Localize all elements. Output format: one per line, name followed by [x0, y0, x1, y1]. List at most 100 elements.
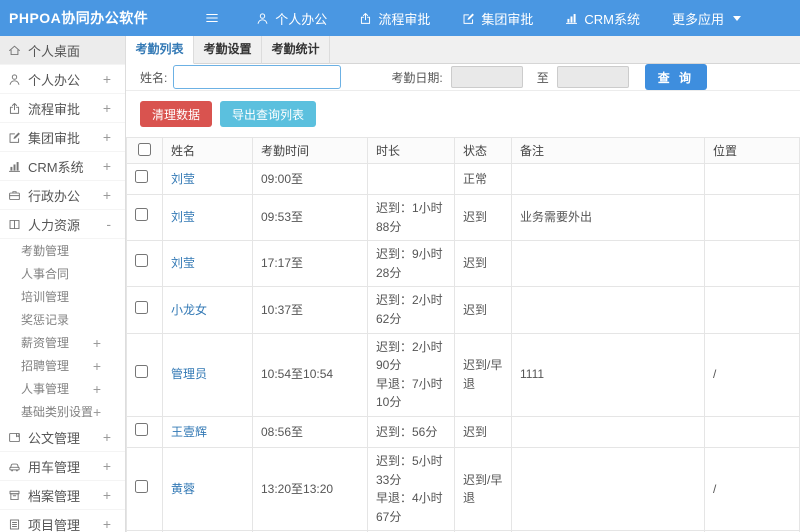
row-checkbox[interactable]: [135, 208, 148, 222]
status-cell: 迟到: [454, 415, 512, 448]
row-checkbox[interactable]: [135, 169, 148, 183]
attendance-time-cell: 10:54至10:54: [252, 332, 368, 417]
date-to-input[interactable]: [556, 66, 629, 88]
name-filter-input[interactable]: [173, 65, 342, 89]
page-layout: 个人桌面 个人办公 + 流程审批 + 集团审批 + CRM系统 + 行政办公 + 人力资源 - 考勤管理人…: [0, 36, 800, 532]
note-cell: 业务需要外出: [511, 193, 705, 242]
date-from-input[interactable]: [450, 66, 523, 88]
duration-cell: 迟到：9小时28分: [367, 240, 455, 288]
sidebar-item-personal-office[interactable]: 个人办公 +: [0, 65, 125, 94]
status-cell: 迟到/早退: [454, 332, 512, 417]
topnav-item-more-apps[interactable]: 更多应用: [672, 9, 741, 28]
employee-name-link[interactable]: 刘莹: [171, 210, 195, 224]
sidebar-nav: 个人桌面 个人办公 + 流程审批 + 集团审批 + CRM系统 + 行政办公 + 人力资源 - 考勤管理人…: [0, 36, 126, 532]
sidebar-item-document-mgmt[interactable]: 公文管理 +: [0, 423, 125, 452]
row-checkbox[interactable]: [135, 479, 148, 493]
location-cell: [704, 163, 800, 195]
sidebar-subitem-salary-mgmt[interactable]: 薪资管理 +: [0, 331, 125, 354]
row-checkbox[interactable]: [135, 422, 148, 436]
sidebar-item-label: 档案管理: [28, 488, 81, 504]
employee-name-link[interactable]: 刘莹: [171, 256, 195, 270]
location-cell: [704, 415, 800, 448]
topnav-item-group-approval[interactable]: 集团审批: [462, 9, 533, 28]
sidebar-item-label: 用车管理: [28, 459, 81, 475]
topnav-item-personal-office[interactable]: 个人办公: [256, 9, 327, 28]
column-header: 备注: [511, 137, 705, 164]
sidebar-subitem-recruit-mgmt[interactable]: 招聘管理 +: [0, 354, 125, 377]
edit-icon: [8, 131, 21, 144]
sidebar-subitem-attendance-mgmt[interactable]: 考勤管理: [0, 239, 125, 262]
row-checkbox-cell: [126, 332, 163, 417]
tab-attendance-settings[interactable]: 考勤设置: [194, 36, 262, 64]
table-row: 刘莹 09:53至 迟到：1小时88分 迟到 业务需要外出: [126, 193, 800, 242]
note-cell: [511, 446, 705, 532]
note-cell: [511, 240, 705, 288]
sidebar-item-admin-office[interactable]: 行政办公 +: [0, 181, 125, 210]
sidebar-subitem-base-category[interactable]: 基础类别设置 +: [0, 400, 125, 423]
expand-plus-icon: +: [92, 334, 101, 351]
chevron-down-icon: [732, 15, 741, 21]
column-header: 姓名: [162, 137, 253, 164]
sidebar-item-label: 公文管理: [28, 430, 81, 446]
table-row: 王壹辉 08:56至 迟到：56分 迟到: [126, 415, 800, 448]
select-all-checkbox[interactable]: [138, 142, 151, 156]
sidebar-subitem-hr-contract[interactable]: 人事合同: [0, 262, 125, 285]
row-checkbox-cell: [126, 415, 163, 448]
date-range-to-label: 至: [536, 70, 549, 85]
tab-bar: 考勤列表 考勤设置 考勤统计: [126, 36, 800, 64]
employee-name-link[interactable]: 黄蓉: [171, 482, 195, 496]
duration-cell: 迟到：2小时90分 早退：7小时10分: [367, 332, 455, 417]
sidebar-subitem-training-mgmt[interactable]: 培训管理: [0, 285, 125, 308]
status-cell: 迟到: [454, 240, 512, 288]
row-checkbox[interactable]: [135, 300, 148, 314]
row-checkbox-cell: [126, 240, 163, 288]
table-row: 小龙女 10:37至 迟到：2小时62分 迟到: [126, 286, 800, 334]
topnav-item-crm[interactable]: CRM系统: [565, 9, 640, 28]
main-content: 考勤列表 考勤设置 考勤统计 姓名: 考勤日期: 至 查 询 清理数据 导出查询列表…: [126, 36, 800, 532]
employee-name-link[interactable]: 小龙女: [171, 303, 207, 317]
sidebar-subitem-personnel-mgmt[interactable]: 人事管理 +: [0, 377, 125, 400]
sidebar-item-project-mgmt[interactable]: 项目管理 +: [0, 510, 125, 532]
name-cell: 刘莹: [162, 240, 253, 288]
sidebar-item-label: 人力资源: [28, 217, 81, 233]
sidebar-item-group-approval[interactable]: 集团审批 +: [0, 123, 125, 152]
tab-attendance-list[interactable]: 考勤列表: [126, 36, 194, 64]
sidebar-item-hr[interactable]: 人力资源 -: [0, 210, 125, 239]
sidebar-subitem-reward-records[interactable]: 奖惩记录: [0, 308, 125, 331]
employee-name-link[interactable]: 管理员: [171, 367, 207, 381]
clean-data-button[interactable]: 清理数据: [140, 101, 213, 127]
menu-toggle-icon[interactable]: [204, 11, 220, 25]
topnav-item-workflow-approval[interactable]: 流程审批: [359, 9, 430, 28]
tab-attendance-stats[interactable]: 考勤统计: [262, 36, 330, 64]
column-header: 位置: [704, 137, 800, 164]
employee-name-link[interactable]: 刘莹: [171, 172, 195, 186]
date-filter-label: 考勤日期:: [391, 70, 443, 85]
attendance-time-cell: 09:53至: [252, 193, 368, 242]
top-navigation: 个人办公 流程审批 集团审批 CRM系统 更多应用: [256, 9, 741, 28]
attendance-table: 姓名 考勤时间 时长 状态 备注 位置 刘莹 09:00至 正常 刘莹 09:53至 迟到：1小时88…: [126, 137, 800, 532]
export-list-button[interactable]: 导出查询列表: [220, 101, 317, 127]
duration-cell: [367, 163, 455, 195]
expand-plus-icon: +: [102, 100, 111, 116]
search-button[interactable]: 查 询: [644, 64, 708, 90]
name-filter-label: 姓名:: [140, 70, 168, 85]
name-cell: 黄蓉: [162, 446, 253, 532]
sidebar-item-crm[interactable]: CRM系统 +: [0, 152, 125, 181]
note-cell: [511, 415, 705, 448]
top-header: PHPOA协同办公软件 个人办公 流程审批 集团审批 CRM系统 更多应用: [0, 0, 800, 36]
sidebar-item-archive-mgmt[interactable]: 档案管理 +: [0, 481, 125, 510]
archive-icon: [8, 489, 21, 502]
table-row: 刘莹 17:17至 迟到：9小时28分 迟到: [126, 240, 800, 288]
sidebar-item-vehicle-mgmt[interactable]: 用车管理 +: [0, 452, 125, 481]
sidebar-item-label: 行政办公: [28, 188, 81, 204]
collapse-minus-icon: -: [106, 216, 111, 232]
row-checkbox[interactable]: [135, 254, 148, 268]
name-cell: 管理员: [162, 332, 253, 417]
chart-icon: [8, 160, 21, 173]
row-checkbox[interactable]: [135, 365, 148, 379]
briefcase-icon: [8, 189, 21, 202]
employee-name-link[interactable]: 王壹辉: [171, 425, 207, 439]
sidebar-item-workflow-approval[interactable]: 流程审批 +: [0, 94, 125, 123]
name-cell: 王壹辉: [162, 415, 253, 448]
sidebar-item-desktop[interactable]: 个人桌面: [0, 36, 125, 65]
